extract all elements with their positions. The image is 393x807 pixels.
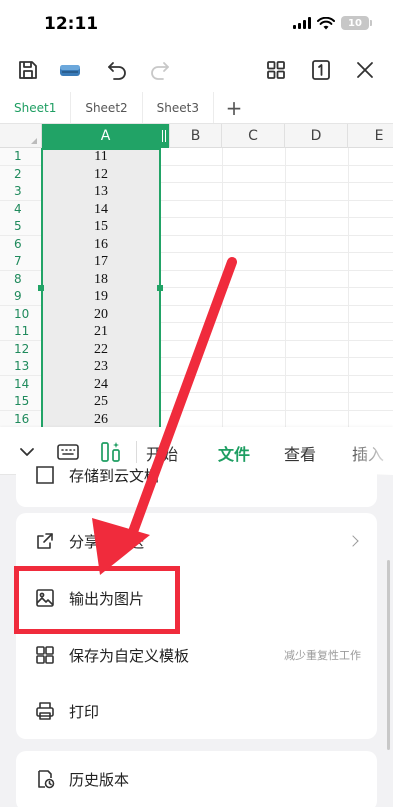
status-time: 12:11 — [44, 14, 99, 34]
menu-item-label: 存储到云文档 — [69, 466, 160, 485]
column-header-row: A B C D E — [0, 124, 393, 148]
wifi-icon — [317, 16, 335, 29]
table-row: 16 26 — [0, 410, 393, 427]
menu-item-label: 历史版本 — [69, 770, 130, 789]
row-header[interactable]: 2 — [0, 165, 42, 183]
column-header-c[interactable]: C — [222, 124, 285, 148]
undo-icon[interactable] — [103, 56, 131, 84]
cell-a[interactable]: 13 — [42, 183, 160, 200]
row-header[interactable]: 5 — [0, 218, 42, 235]
menu-item-label: 分享与发送 — [69, 532, 145, 551]
selection-handle-left[interactable] — [38, 285, 44, 291]
table-row: 9 19 — [0, 288, 393, 306]
close-icon[interactable] — [351, 56, 379, 84]
menu-item-save-template[interactable]: 保存为自定义模板 减少重复性工作 — [16, 627, 377, 683]
cell-a[interactable]: 15 — [42, 218, 160, 235]
row-header[interactable]: 6 — [0, 235, 42, 253]
scrollbar[interactable] — [387, 560, 390, 750]
row-header[interactable]: 15 — [0, 393, 42, 410]
cell-a[interactable]: 17 — [42, 253, 160, 270]
cell-a[interactable]: 18 — [42, 270, 160, 288]
menu-card-history: 历史版本 — [16, 751, 377, 807]
menu-item-hint: 减少重复性工作 — [284, 649, 361, 662]
row-header[interactable]: 8 — [0, 270, 42, 288]
top-toolbar — [0, 50, 393, 90]
row-header[interactable]: 16 — [0, 410, 42, 427]
cell-a[interactable]: 22 — [42, 340, 160, 358]
menu-item-save-cloud[interactable]: 存储到云文档 — [16, 447, 377, 503]
table-row: 7 17 — [0, 253, 393, 271]
table-row: 15 25 — [0, 393, 393, 411]
sheet-tabs: Sheet1 Sheet2 Sheet3 + — [0, 92, 393, 124]
cell-a[interactable]: 24 — [42, 375, 160, 393]
status-icons: 10 — [293, 16, 372, 30]
status-bar: 12:11 10 — [0, 0, 393, 46]
row-header[interactable]: 13 — [0, 358, 42, 375]
table-row: 13 23 — [0, 358, 393, 376]
menu-item-label: 打印 — [69, 702, 100, 721]
table-row: 2 12 — [0, 165, 393, 183]
row-header[interactable]: 7 — [0, 253, 42, 270]
print-icon — [36, 702, 54, 720]
signal-icon — [293, 17, 311, 29]
row-header[interactable]: 3 — [0, 183, 42, 200]
row-header[interactable]: 9 — [0, 288, 42, 305]
grid-view-icon[interactable] — [262, 56, 290, 84]
menu-item-print[interactable]: 打印 — [16, 683, 377, 739]
cloud-icon[interactable] — [56, 56, 84, 84]
selection-handle-right[interactable] — [157, 285, 163, 291]
column-header-a[interactable]: A — [42, 124, 170, 148]
table-row: 10 20 — [0, 305, 393, 323]
template-icon — [36, 646, 54, 664]
grid-rows: 1 11 2 12 3 13 4 14 5 15 6 16 7 17 8 18 9 19 10 20 11 21 12 22 1… — [0, 148, 393, 427]
add-sheet-button[interactable]: + — [214, 92, 254, 123]
cell-a[interactable]: 23 — [42, 358, 160, 375]
cell-a[interactable]: 14 — [42, 200, 160, 218]
column-resize-handle[interactable] — [162, 130, 166, 142]
select-all-corner[interactable] — [0, 124, 42, 148]
table-row: 6 16 — [0, 235, 393, 253]
share-icon — [37, 533, 53, 549]
cell-a[interactable]: 11 — [42, 148, 160, 165]
row-header[interactable]: 10 — [0, 305, 42, 323]
cell-a[interactable]: 20 — [42, 305, 160, 323]
cell-a[interactable]: 26 — [42, 410, 160, 427]
column-header-e[interactable]: E — [348, 124, 393, 148]
redo-icon[interactable] — [146, 56, 174, 84]
table-row: 1 11 — [0, 148, 393, 166]
row-header[interactable]: 4 — [0, 200, 42, 218]
cell-a[interactable]: 25 — [42, 393, 160, 410]
column-header-d[interactable]: D — [285, 124, 348, 148]
table-row: 4 14 — [0, 200, 393, 218]
highlight-box — [14, 566, 180, 634]
table-row: 11 21 — [0, 323, 393, 341]
table-row: 5 15 — [0, 218, 393, 236]
battery-icon: 10 — [341, 16, 372, 30]
column-header-b[interactable]: B — [170, 124, 222, 148]
cell-a[interactable]: 16 — [42, 235, 160, 253]
cell-a[interactable]: 12 — [42, 165, 160, 183]
single-page-icon[interactable] — [307, 56, 335, 84]
row-header[interactable]: 1 — [0, 148, 42, 165]
menu-item-share[interactable]: 分享与发送 — [16, 513, 377, 569]
table-row: 3 13 — [0, 183, 393, 201]
history-icon — [38, 770, 55, 789]
table-row: 8 18 — [0, 270, 393, 288]
spreadsheet-grid[interactable]: A B C D E 1 11 2 12 3 13 4 14 5 15 6 16 7 17 8 18 9 19 10 2… — [0, 124, 393, 427]
save-icon[interactable] — [14, 56, 42, 84]
menu-card-top: 存储到云文档 — [16, 466, 377, 507]
tab-sheet3[interactable]: Sheet3 — [143, 92, 214, 123]
row-header[interactable]: 12 — [0, 340, 42, 358]
tab-sheet2[interactable]: Sheet2 — [71, 92, 143, 123]
cell-a[interactable]: 21 — [42, 323, 160, 340]
chevron-right-icon — [347, 535, 359, 547]
cell-a[interactable]: 19 — [42, 288, 160, 305]
table-row: 12 22 — [0, 340, 393, 358]
row-header[interactable]: 11 — [0, 323, 42, 340]
table-row: 14 24 — [0, 375, 393, 393]
row-header[interactable]: 14 — [0, 375, 42, 393]
menu-item-label: 保存为自定义模板 — [69, 646, 190, 665]
menu-item-history[interactable]: 历史版本 — [16, 751, 377, 807]
tab-sheet1[interactable]: Sheet1 — [0, 92, 72, 123]
